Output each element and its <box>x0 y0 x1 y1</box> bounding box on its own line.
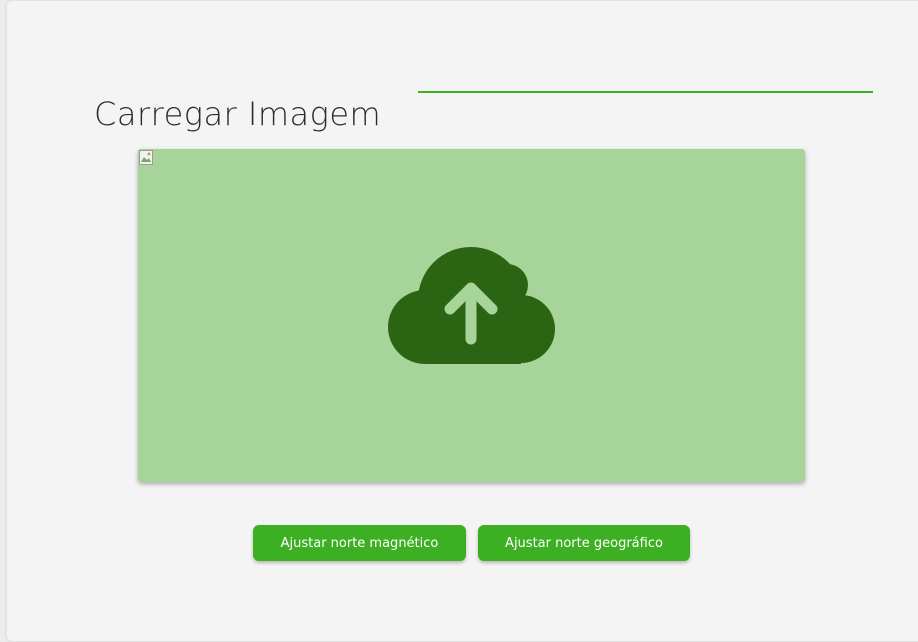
cloud-upload-icon <box>388 247 555 364</box>
adjust-magnetic-north-button[interactable]: Ajustar norte magnético <box>253 525 466 561</box>
upload-panel: Carregar Imagem Ajustar norte magnético … <box>6 0 918 642</box>
page-title: Carregar Imagem <box>94 94 382 133</box>
image-upload-dropzone[interactable] <box>138 149 805 482</box>
title-divider <box>418 91 873 93</box>
adjust-geographic-north-button[interactable]: Ajustar norte geográfico <box>478 525 690 561</box>
broken-image-icon <box>139 150 153 165</box>
north-adjust-actions: Ajustar norte magnético Ajustar norte ge… <box>253 525 690 561</box>
